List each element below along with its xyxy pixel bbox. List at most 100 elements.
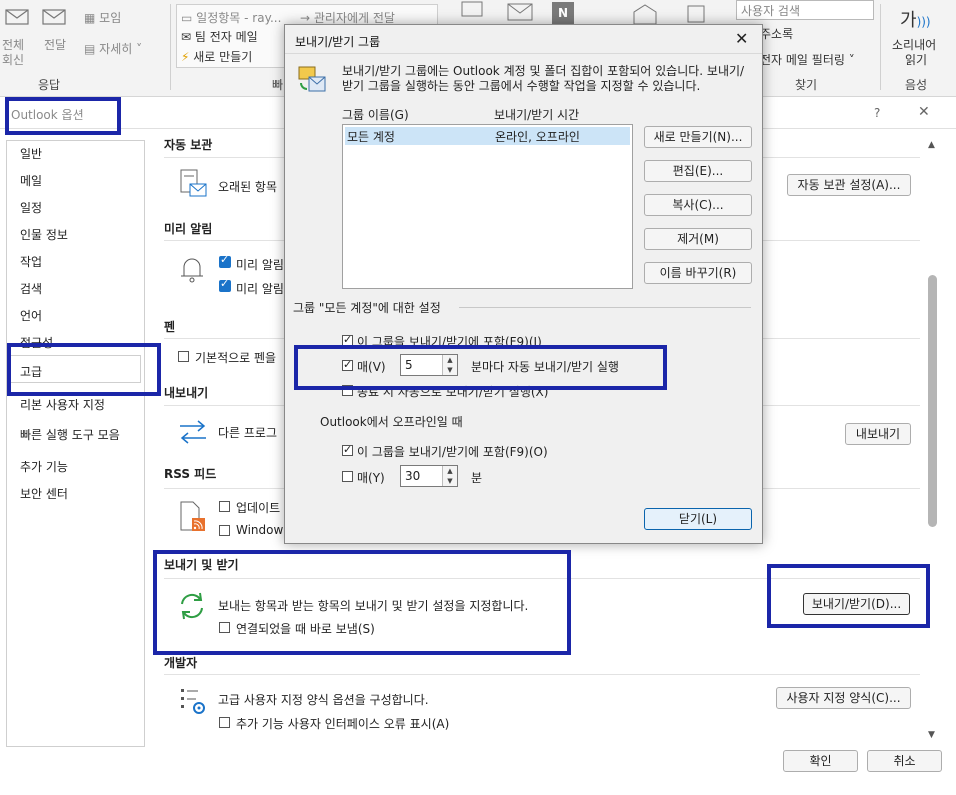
show-addin-errors-label: 추가 기능 사용자 인터페이스 오류 표시(A) [236, 717, 450, 731]
dialog-close-icon[interactable]: ✕ [735, 29, 748, 48]
rss-checkbox-1[interactable] [219, 501, 230, 512]
categorize-icon[interactable] [682, 2, 712, 26]
send-receive-groups-dialog: 보내기/받기 그룹 ✕ 보내기/받기 그룹에는 Outlook 계정 및 폴더 … [284, 24, 763, 544]
offline-minutes-value: 30 [405, 469, 421, 483]
offline-minutes-suffix: 분 [471, 471, 483, 485]
column-send-receive-time: 보내기/받기 시간 [494, 108, 580, 122]
rss-file-icon [178, 500, 208, 534]
meeting-label: 모임 [99, 11, 122, 25]
group-list-row[interactable]: 모든 계정 온라인, 오프라인 [345, 127, 630, 145]
section-divider [164, 674, 920, 675]
rss-checkbox-2[interactable] [219, 525, 230, 536]
dialog-title: 보내기/받기 그룹 [295, 35, 381, 49]
offline-include-label: 이 그룹을 보내기/받기에 포함(F9)(O) [357, 445, 548, 459]
spinner-arrows[interactable]: ▲ ▼ [442, 466, 457, 486]
scrollbar-thumb[interactable] [928, 275, 937, 527]
nav-item-tasks[interactable]: 작업 [20, 253, 42, 270]
nav-item-general[interactable]: 일반 [20, 145, 42, 162]
quick-step-team-email-label: 팀 전자 메일 [194, 30, 258, 44]
export-description: 다른 프로그 [218, 426, 278, 440]
reminder-option-2: 미리 알림 [236, 282, 284, 296]
highlight-box-advanced [7, 343, 161, 396]
unread-icon[interactable] [630, 2, 660, 26]
more-button[interactable]: ▤ 자세히 ˅ [84, 40, 142, 57]
ribbon-separator [170, 4, 171, 90]
dialog-description: 보내기/받기 그룹에는 Outlook 계정 및 폴더 집합이 포함되어 있습니… [342, 64, 745, 93]
scroll-down-arrow[interactable]: ▼ [928, 730, 935, 740]
developer-heading: 개발자 [164, 656, 198, 670]
quick-steps-group-label: 빠 [272, 78, 284, 92]
rss-option-1: 업데이트 [236, 501, 281, 515]
move-icon[interactable] [458, 0, 488, 20]
offline-minutes-spinner[interactable]: 30 ▲ ▼ [400, 465, 458, 487]
custom-forms-button[interactable]: 사용자 지정 양식(C)... [776, 687, 911, 709]
quick-step-team-email[interactable]: ✉ 팀 전자 메일 [181, 28, 258, 45]
nav-item-calendar[interactable]: 일정 [20, 199, 42, 216]
options-close-icon[interactable]: ✕ [918, 104, 930, 120]
send-receive-groups-icon [297, 63, 329, 95]
cancel-button[interactable]: 취소 [867, 750, 942, 772]
reply-all-icon [2, 4, 32, 28]
lightning-icon: ⚡ [181, 50, 190, 64]
reminder-checkbox-2[interactable] [219, 277, 231, 292]
group-settings-title: 그룹 "모든 계정"에 대한 설정 [293, 301, 441, 315]
nav-item-mail[interactable]: 메일 [20, 172, 42, 189]
more-label: 자세히 [99, 42, 133, 56]
read-aloud-icon[interactable]: 가))) [900, 6, 931, 32]
meeting-button[interactable]: ▦ 모임 [84, 9, 121, 26]
export-arrows-icon [176, 418, 210, 446]
autoarchive-description: 오래된 항목 [218, 180, 278, 194]
search-people-input[interactable]: 사용자 검색 [736, 0, 874, 20]
nav-item-search[interactable]: 검색 [20, 280, 42, 297]
nav-item-language[interactable]: 언어 [20, 307, 42, 324]
reminders-heading: 미리 알림 [164, 222, 213, 236]
nav-item-customize-ribbon[interactable]: 리본 사용자 지정 [20, 396, 105, 413]
filter-email-button[interactable]: 전자 메일 필터링 ˅ [760, 51, 855, 68]
address-book-button[interactable]: 주소록 [760, 25, 793, 42]
quick-step-appointment-label: 일정항목 - ray... [196, 11, 282, 25]
quick-step-create-new[interactable]: ⚡ 새로 만들기 [181, 48, 252, 65]
forward-icon [40, 4, 70, 28]
autoarchive-settings-button[interactable]: 자동 보관 설정(A)... [787, 174, 911, 196]
nav-item-add-ins[interactable]: 추가 기능 [20, 458, 68, 475]
quick-step-to-manager-label: 관리자에게 전달 [313, 11, 395, 25]
offline-title: Outlook에서 오프라인일 때 [320, 415, 463, 429]
rename-group-button[interactable]: 이름 바꾸기(R) [644, 262, 752, 284]
pen-heading: 펜 [164, 320, 176, 334]
copy-group-button[interactable]: 복사(C)... [644, 194, 752, 216]
remove-group-button[interactable]: 제거(M) [644, 228, 752, 250]
help-button[interactable]: ? [874, 106, 880, 120]
export-heading: 내보내기 [164, 386, 209, 400]
edit-group-button[interactable]: 편집(E)... [644, 160, 752, 182]
rss-option-2: Windows [236, 523, 290, 537]
pen-option: 기본적으로 펜을 [195, 351, 277, 365]
filter-email-label: 전자 메일 필터링 [760, 53, 845, 67]
close-button[interactable]: 닫기(L) [644, 508, 752, 530]
ok-button[interactable]: 확인 [783, 750, 858, 772]
nav-item-people[interactable]: 인물 정보 [20, 226, 68, 243]
scroll-up-arrow[interactable]: ▲ [928, 140, 935, 150]
reply-all-label-2[interactable]: 회신 [2, 51, 24, 68]
group-name-cell: 모든 계정 [347, 130, 395, 144]
rules-icon[interactable] [502, 0, 542, 24]
pen-checkbox[interactable] [178, 351, 189, 362]
onenote-icon[interactable]: N [552, 2, 574, 24]
read-aloud-label-2[interactable]: 읽기 [905, 51, 927, 68]
search-people-placeholder: 사용자 검색 [741, 4, 801, 18]
export-button[interactable]: 내보내기 [845, 423, 911, 445]
show-addin-errors-checkbox[interactable] [219, 717, 230, 728]
new-group-button[interactable]: 새로 만들기(N)... [644, 126, 752, 148]
reminder-checkbox-1[interactable] [219, 253, 231, 268]
bell-icon [178, 254, 206, 284]
ribbon-separator-2 [880, 4, 881, 90]
quick-step-appointment[interactable]: ▭ 일정항목 - ray... [181, 9, 281, 26]
offline-include-checkbox[interactable] [342, 443, 353, 456]
offline-every-checkbox[interactable] [342, 471, 353, 482]
column-group-name: 그룹 이름(G) [342, 108, 409, 122]
find-group-label: 찾기 [795, 78, 818, 92]
nav-item-quick-access-toolbar[interactable]: 빠른 실행 도구 모음 [20, 426, 120, 443]
nav-item-trust-center[interactable]: 보안 센터 [20, 485, 68, 502]
respond-group-label: 응답 [38, 78, 61, 92]
forward-button[interactable]: 전달 [44, 36, 66, 53]
archive-icon [178, 168, 208, 202]
